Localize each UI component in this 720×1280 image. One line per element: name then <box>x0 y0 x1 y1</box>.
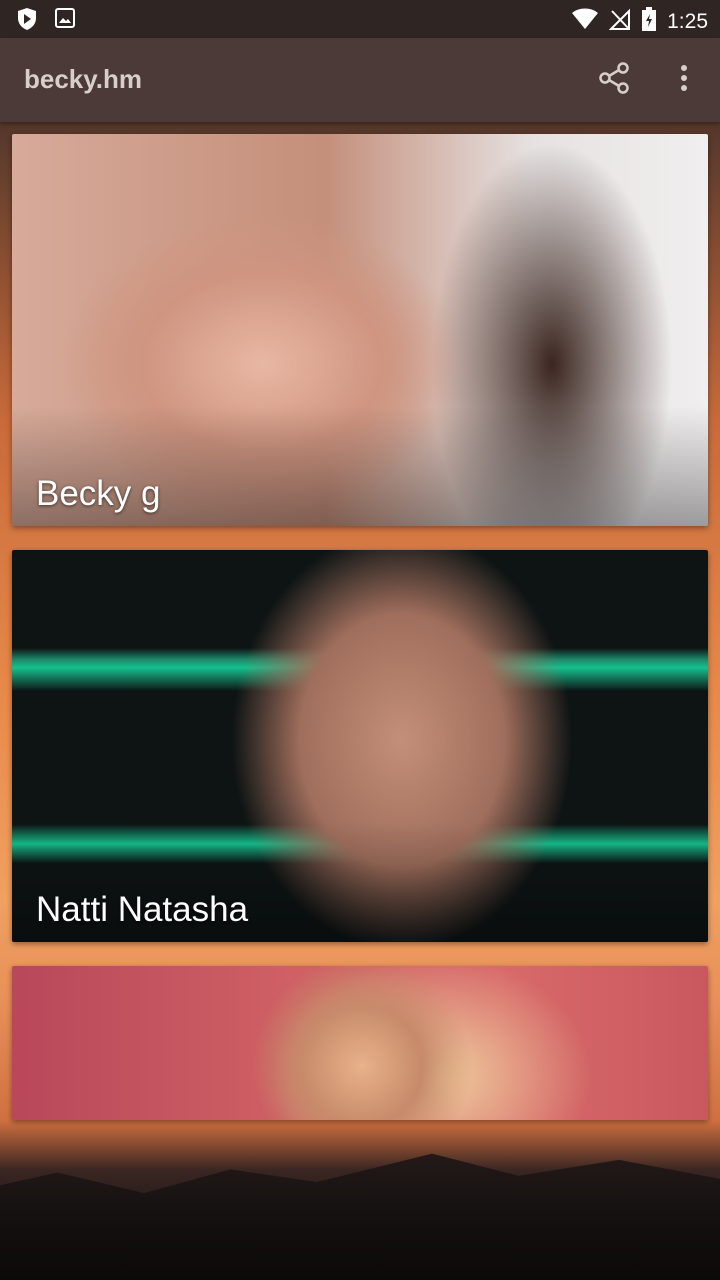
status-right-icons: 1:25 <box>571 6 708 37</box>
card-caption: Becky g <box>36 474 161 513</box>
wifi-icon <box>571 7 599 36</box>
status-bar: 1:25 <box>0 0 720 38</box>
more-vert-icon <box>680 64 688 97</box>
status-time: 1:25 <box>667 9 708 33</box>
app-title: becky.hm <box>24 64 143 94</box>
battery-icon <box>641 6 657 37</box>
wallpaper-card-becky-g[interactable]: Becky g <box>12 134 708 526</box>
no-signal-icon <box>608 7 631 36</box>
app-toolbar: becky.hm <box>0 38 720 122</box>
shield-icon <box>16 7 38 36</box>
share-button[interactable] <box>596 61 632 99</box>
wallpaper-card-natti-natasha[interactable]: Natti Natasha <box>12 550 708 942</box>
share-icon <box>599 61 629 99</box>
image-icon <box>54 7 76 36</box>
wallpaper-card-third[interactable] <box>12 966 708 1120</box>
overflow-menu-button[interactable] <box>666 62 702 98</box>
toolbar-actions <box>596 61 702 99</box>
card-caption: Natti Natasha <box>36 890 249 929</box>
status-left-icons <box>16 7 76 36</box>
